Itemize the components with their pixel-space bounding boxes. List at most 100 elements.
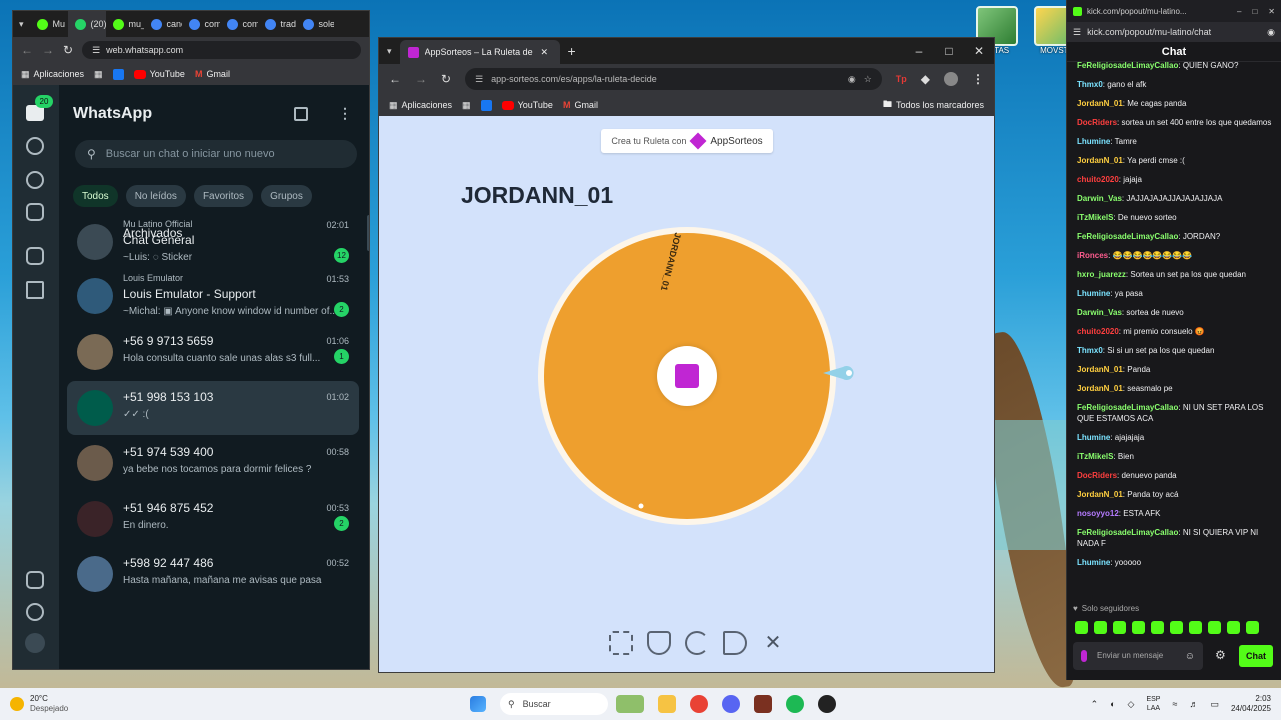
chat-username[interactable]: FeReligiosadeLimayCallao — [1077, 232, 1178, 241]
battery-icon[interactable]: ▭ — [1210, 699, 1219, 710]
tab-list-icon[interactable]: ▾ — [379, 46, 400, 57]
maximize-icon[interactable]: □ — [934, 44, 964, 58]
emote[interactable] — [1246, 621, 1259, 634]
chat-list-item[interactable]: +51 998 153 103 01:02 ✓✓ :( — [67, 381, 359, 435]
chat-username[interactable]: JordanN_01 — [1077, 156, 1123, 165]
chat-username[interactable]: hxro_juarezz — [1077, 270, 1126, 279]
chat-username[interactable]: Lhumine — [1077, 558, 1110, 567]
chat-list-item[interactable]: +56 9 9713 5659 01:06 Hola consulta cuanto… — [67, 325, 359, 379]
url-bar[interactable]: ☰ web.whatsapp.com — [82, 41, 361, 59]
emote[interactable] — [1151, 621, 1164, 634]
close-window-icon[interactable]: ✕ — [964, 44, 994, 58]
media-icon[interactable] — [26, 571, 44, 589]
emote[interactable] — [1113, 621, 1126, 634]
chat-username[interactable]: DocRiders — [1077, 118, 1117, 127]
filter-groups[interactable]: Grupos — [261, 185, 312, 207]
reload-icon[interactable]: ↻ — [63, 43, 73, 57]
chat-username[interactable]: nosoyyo12 — [1077, 509, 1119, 518]
browser-tab[interactable]: soles en — [296, 11, 334, 37]
search-input[interactable]: ⚲ Buscar un chat o iniciar uno nuevo — [75, 140, 357, 168]
emote[interactable] — [1208, 621, 1221, 634]
chat-list-item[interactable]: Louis Emulator Louis Emulator - Support 01… — [67, 269, 359, 323]
volume-icon[interactable]: ♬ — [1189, 699, 1198, 709]
reset-icon[interactable] — [685, 630, 709, 655]
business-tools-icon[interactable] — [26, 247, 44, 265]
emote[interactable] — [1132, 621, 1145, 634]
chat-list-item[interactable]: +51 974 539 400 00:58 ya bebe nos tocamos … — [67, 436, 359, 490]
communities-icon[interactable] — [26, 203, 44, 221]
close-window-icon[interactable]: ✕ — [1268, 7, 1275, 16]
chat-username[interactable]: FeReligiosadeLimayCallao — [1077, 61, 1178, 70]
ads-icon[interactable] — [26, 281, 44, 299]
chat-username[interactable]: Lhumine — [1077, 137, 1110, 146]
chat-username[interactable]: JordanN_01 — [1077, 99, 1123, 108]
bookmark-facebook[interactable] — [480, 99, 492, 111]
menu-icon[interactable]: ⋮ — [338, 105, 352, 122]
mic-icon[interactable] — [1081, 650, 1087, 662]
bookmark-apps[interactable]: ▦ Aplicaciones — [21, 69, 84, 80]
chat-username[interactable]: iRonces — [1077, 251, 1108, 260]
chat-username[interactable]: Lhumine — [1077, 289, 1110, 298]
tab-list-icon[interactable]: ▾ — [13, 19, 30, 30]
tray-chevron-icon[interactable]: ⌃ — [1091, 699, 1099, 710]
filter-all[interactable]: Todos — [73, 185, 118, 207]
wifi-icon[interactable]: ≈ — [1172, 699, 1177, 709]
chat-username[interactable]: Darwin_Vas — [1077, 308, 1122, 317]
new-tab-icon[interactable]: + — [560, 43, 584, 59]
status-icon[interactable] — [26, 137, 44, 155]
emote[interactable] — [1075, 621, 1088, 634]
chat-username[interactable]: JordanN_01 — [1077, 365, 1123, 374]
browser-tab[interactable]: (20) Wh — [67, 11, 106, 37]
roulette-wheel[interactable]: JORDANN_01 — [537, 226, 837, 526]
start-icon[interactable] — [470, 696, 486, 712]
clock[interactable]: 2:03 24/04/2025 — [1231, 694, 1271, 714]
discord-icon[interactable] — [722, 695, 740, 713]
fullscreen-icon[interactable] — [609, 630, 633, 655]
tray-app-icon[interactable]: ◐ — [1110, 699, 1115, 709]
bookmark-youtube[interactable]: YouTube — [501, 100, 553, 110]
widgets-icon[interactable] — [616, 695, 644, 713]
all-bookmarks[interactable]: 🖿 Todos los marcadores — [883, 97, 984, 113]
browser-tab[interactable]: como c — [220, 11, 258, 37]
language-indicator[interactable]: ESP LAA — [1146, 695, 1160, 713]
chat-username[interactable]: FeReligiosadeLimayCallao — [1077, 403, 1178, 412]
chat-username[interactable]: chuito2020 — [1077, 175, 1119, 184]
filter-unread[interactable]: No leídos — [125, 185, 186, 207]
eye-off-icon[interactable]: ◉ — [848, 74, 856, 85]
tray-shield-icon[interactable]: ◇ — [1128, 699, 1135, 710]
emote[interactable] — [1227, 621, 1240, 634]
back-icon[interactable]: ← — [21, 43, 33, 57]
extension-icon-red[interactable]: Tp — [896, 74, 907, 84]
back-icon[interactable]: ← — [389, 72, 401, 86]
wheel-center-button[interactable] — [657, 346, 717, 406]
settings-icon[interactable] — [26, 603, 44, 621]
send-chat-button[interactable]: Chat — [1239, 645, 1273, 667]
forward-icon[interactable]: → — [415, 72, 427, 86]
app-icon-game[interactable] — [754, 695, 772, 713]
chat-username[interactable]: JordanN_01 — [1077, 384, 1123, 393]
tab-appsorteos[interactable]: AppSorteos – La Ruleta de la S ✕ — [399, 40, 560, 64]
message-input[interactable]: Enviar un mensaje ☺ — [1073, 642, 1203, 670]
filter-favorites[interactable]: Favoritos — [193, 185, 254, 207]
apps-grid-icon[interactable]: ▦ — [462, 100, 471, 111]
chat-username[interactable]: JordanN_01 — [1077, 490, 1123, 499]
eye-off-icon[interactable]: ◉ — [1267, 27, 1275, 38]
chrome-icon[interactable] — [690, 695, 708, 713]
emote[interactable] — [1094, 621, 1107, 634]
emote[interactable] — [1170, 621, 1183, 634]
site-info-icon[interactable]: ☰ — [92, 45, 100, 56]
chat-username[interactable]: Lhumine — [1077, 433, 1110, 442]
browser-tab[interactable]: mu_latin — [106, 11, 144, 37]
emote[interactable] — [1189, 621, 1202, 634]
site-info-icon[interactable]: ☰ — [1073, 27, 1081, 38]
url-bar[interactable]: ☰ app-sorteos.com/es/apps/la-ruleta-deci… — [465, 68, 882, 90]
profile-avatar[interactable] — [25, 633, 45, 653]
profile-icon[interactable] — [944, 72, 958, 86]
browser-tab[interactable]: como c — [182, 11, 220, 37]
minimize-icon[interactable]: – — [1237, 7, 1241, 16]
chat-username[interactable]: FeReligiosadeLimayCallao — [1077, 528, 1178, 537]
bookmark-gmail[interactable]: M Gmail — [195, 69, 230, 79]
chat-username[interactable]: Thmx0 — [1077, 346, 1103, 355]
app-icon-dark[interactable] — [818, 695, 836, 713]
browser-tab[interactable]: traduct — [258, 11, 296, 37]
